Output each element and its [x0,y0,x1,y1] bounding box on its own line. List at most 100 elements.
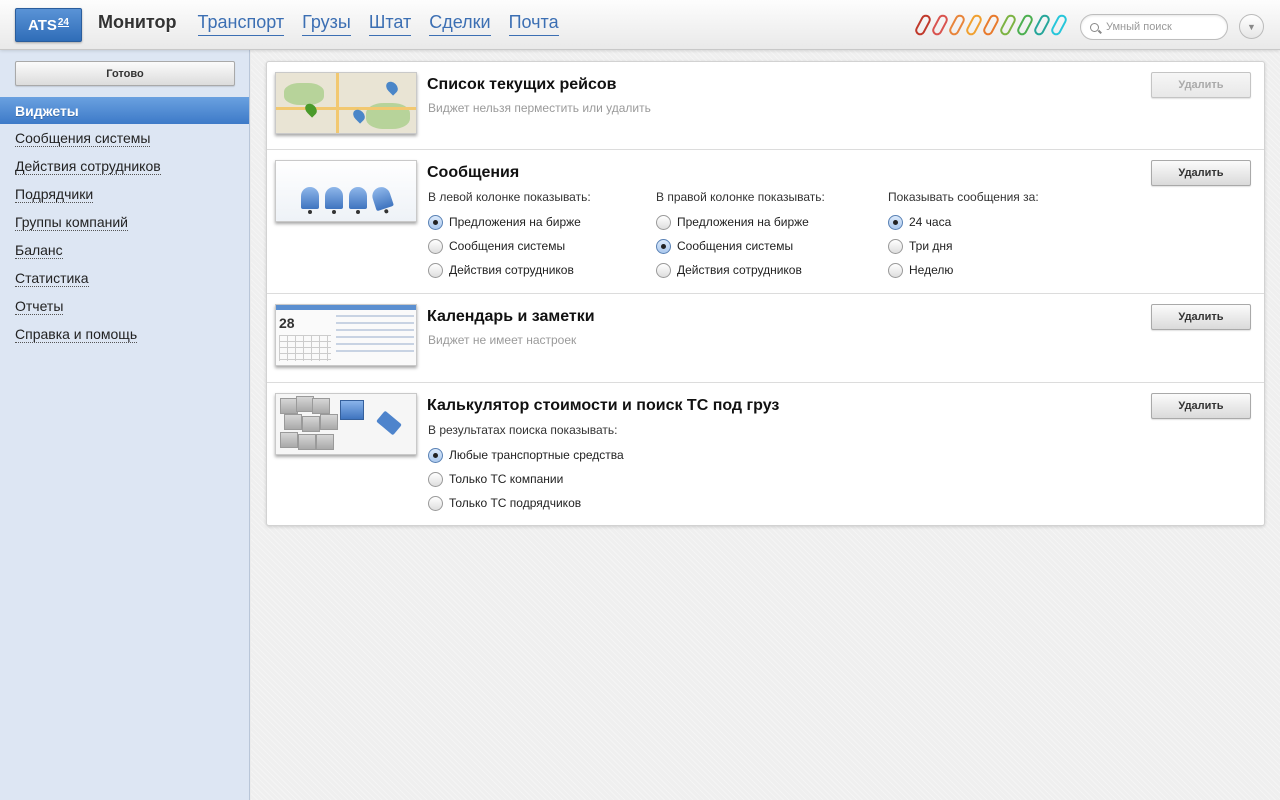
trips-map-thumbnail [275,72,417,134]
radio-button[interactable] [888,214,903,230]
radio-option[interactable]: Предложения на бирже [428,210,591,234]
left-column-options: В левой колонке показывать: Предложения … [428,190,591,282]
radio-option[interactable]: Только ТС компании [428,467,624,491]
sidebar-item-contractors[interactable]: Подрядчики [15,186,94,203]
radio-option[interactable]: 24 часа [888,210,1039,234]
widget-title: Калькулятор стоимости и поиск ТС под гру… [427,397,780,414]
calendar-day: 28 [279,315,295,331]
option-group-title: В правой колонке показывать: [656,190,825,204]
radio-button[interactable] [428,447,443,463]
bell-icon [349,187,367,214]
radio-option[interactable]: Действия сотрудников [656,258,825,282]
paperclip-icon[interactable] [930,12,950,38]
radio-option[interactable]: Неделю [888,258,1039,282]
radio-option[interactable]: Сообщения системы [656,234,825,258]
radio-option[interactable]: Только ТС подрядчиков [428,491,624,515]
nav-link-staff[interactable]: Штат [368,12,412,36]
nav-link-mail[interactable]: Почта [508,12,559,36]
sidebar-item-staff-actions[interactable]: Действия сотрудников [15,158,161,175]
widget-title: Календарь и заметки [427,308,595,325]
sidebar-list: Сообщения системы Действия сотрудников П… [15,130,161,354]
nav-tab-monitor[interactable]: Монитор [98,12,177,33]
radio-button[interactable] [656,238,671,254]
sidebar-section-widgets[interactable]: Виджеты [0,97,249,124]
radio-button[interactable] [428,238,443,254]
radio-button[interactable] [656,214,671,230]
widget-trips: Список текущих рейсов Виджет нельзя перм… [267,62,1264,150]
delete-button[interactable]: Удалить [1151,160,1251,186]
cargo-boxes-thumbnail [275,393,417,455]
sidebar-item-company-groups[interactable]: Группы компаний [15,214,128,231]
delete-button[interactable]: Удалить [1151,304,1251,330]
paperclip-icon[interactable] [964,12,984,38]
delete-button[interactable]: Удалить [1151,393,1251,419]
sidebar: Готово Виджеты Сообщения системы Действи… [0,50,250,800]
widget-calendar: 28 Календарь и заметки Виджет не имеет н… [267,294,1264,383]
paperclip-icon[interactable] [913,12,933,38]
option-group-title: В левой колонке показывать: [428,190,591,204]
option-group-title: Показывать сообщения за: [888,190,1039,204]
paperclip-icon[interactable] [1032,12,1052,38]
radio-option[interactable]: Предложения на бирже [656,210,825,234]
messages-thumbnail [275,160,417,222]
widget-title: Сообщения [427,164,520,181]
paperclip-icon[interactable] [1015,12,1035,38]
bell-icon [370,184,394,212]
chevron-down-icon: ▼ [1247,21,1256,32]
delete-button[interactable]: Удалить [1151,72,1251,98]
sidebar-item-statistics[interactable]: Статистика [15,270,89,287]
radio-option[interactable]: Любые транспортные средства [428,443,624,467]
logo-text: ATS [27,16,57,34]
map-image [276,73,416,133]
box-icon [340,400,364,420]
right-column-options: В правой колонке показывать: Предложения… [656,190,825,282]
radio-button[interactable] [888,262,903,278]
radio-button[interactable] [428,262,443,278]
search-icon [1090,22,1099,32]
sidebar-item-help[interactable]: Справка и помощь [15,326,138,343]
widget-messages: Сообщения Удалить В левой колонке показы… [267,150,1264,294]
paperclip-tags [913,12,1071,38]
map-pin-icon [383,79,401,96]
option-group-title: В результатах поиска показывать: [428,423,618,437]
paperclip-icon[interactable] [998,12,1018,38]
sidebar-item-system-messages[interactable]: Сообщения системы [15,130,151,147]
nav-link-transport[interactable]: Транспорт [197,12,285,36]
top-bar: ATS 24 Монитор Транспорт Грузы Штат Сделк… [0,0,1280,50]
widget-note: Виджет нельзя перместить или удалить [428,101,651,115]
price-tag-icon [376,410,402,436]
sidebar-item-reports[interactable]: Отчеты [15,298,64,315]
widget-cost-calculator: Калькулятор стоимости и поиск ТС под гру… [267,383,1264,525]
radio-button[interactable] [888,238,903,254]
logo-sup: 24 [57,16,69,28]
done-button[interactable]: Готово [15,61,235,86]
radio-button[interactable] [656,262,671,278]
radio-option[interactable]: Три дня [888,234,1039,258]
radio-option[interactable]: Действия сотрудников [428,258,591,282]
sidebar-item-balance[interactable]: Баланс [15,242,63,259]
widget-note: Виджет не имеет настроек [428,333,577,347]
search-results-options: В результатах поиска показывать: Любые т… [428,423,624,515]
nav-link-deals[interactable]: Сделки [429,12,491,36]
widget-title: Список текущих рейсов [427,76,617,93]
radio-button[interactable] [428,495,443,511]
main-nav: Монитор Транспорт Грузы Штат Сделки Почт… [98,12,577,36]
nav-link-cargo[interactable]: Грузы [302,12,351,36]
radio-button[interactable] [428,471,443,487]
calendar-thumbnail: 28 [275,304,417,366]
main-area: Список текущих рейсов Виджет нельзя перм… [251,50,1280,800]
widgets-panel: Список текущих рейсов Виджет нельзя перм… [266,61,1265,526]
paperclip-icon[interactable] [1049,12,1069,38]
search-input[interactable] [1106,21,1216,33]
bell-icon [325,187,343,214]
radio-button[interactable] [428,214,443,230]
ats24-logo[interactable]: ATS 24 [15,8,82,42]
bell-icon [301,187,319,214]
dropdown-menu-button[interactable]: ▼ [1239,14,1264,39]
radio-option[interactable]: Сообщения системы [428,234,591,258]
paperclip-icon[interactable] [981,12,1001,38]
paperclip-icon[interactable] [947,12,967,38]
smart-search[interactable] [1080,14,1228,40]
period-options: Показывать сообщения за: 24 часа Три дня… [888,190,1039,282]
calendar-grid [279,335,331,361]
